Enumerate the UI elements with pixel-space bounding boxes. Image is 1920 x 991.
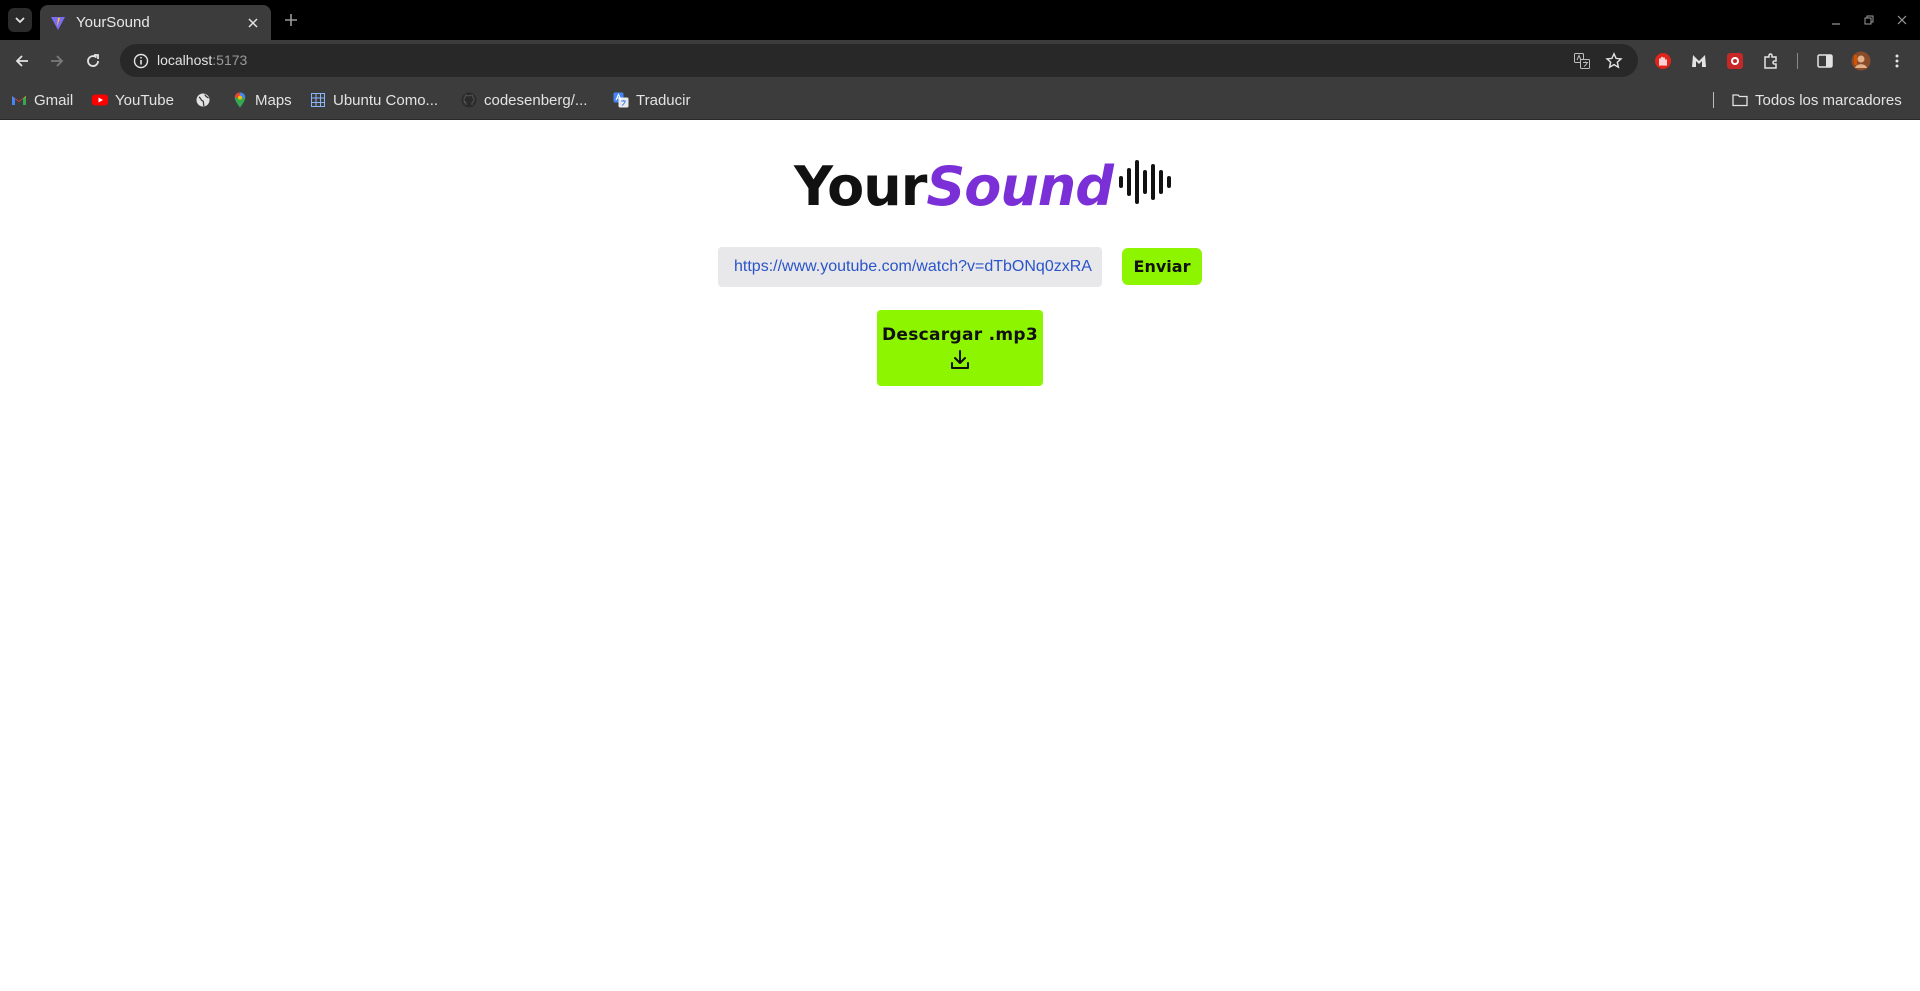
bookmark-gmail[interactable]: Gmail xyxy=(11,88,73,112)
globe-icon xyxy=(195,92,211,108)
arrow-right-icon xyxy=(51,55,64,67)
tab-search-button[interactable] xyxy=(8,8,32,32)
translate-icon xyxy=(1574,53,1590,69)
hand-stop-icon xyxy=(1655,53,1671,69)
sound-wave-icon xyxy=(1118,160,1171,204)
address-text: localhost:5173 xyxy=(157,52,247,68)
bookmark-label: Traducir xyxy=(636,91,691,109)
youtube-url-input[interactable] xyxy=(718,247,1102,287)
bookmark-star-button[interactable] xyxy=(1602,49,1626,73)
bookmark-label: codesenberg/... xyxy=(484,91,588,109)
extension-adblock-button[interactable] xyxy=(1650,48,1676,74)
translate-icon xyxy=(613,92,629,108)
bookmark-label: Ubuntu Como... xyxy=(333,91,439,109)
app-logo: Your Sound xyxy=(794,151,1173,221)
reload-button[interactable] xyxy=(80,48,106,74)
youtube-icon xyxy=(92,92,108,108)
close-icon xyxy=(248,17,258,28)
side-panel-icon xyxy=(1817,54,1833,68)
info-icon xyxy=(133,53,149,69)
close-window-button[interactable] xyxy=(1890,8,1914,32)
gmail-icon xyxy=(11,92,27,108)
bookmark-label: Todos los marcadores xyxy=(1755,91,1902,109)
new-tab-button[interactable] xyxy=(279,8,303,32)
address-host: localhost xyxy=(157,52,213,68)
send-button[interactable]: Enviar xyxy=(1122,248,1202,285)
bookmark-youtube[interactable]: YouTube xyxy=(92,88,174,112)
site-info-button[interactable] xyxy=(130,50,152,72)
download-label: Descargar .mp3 xyxy=(881,325,1038,345)
restore-icon xyxy=(1864,15,1874,25)
reload-icon xyxy=(87,54,99,67)
page-content: Your Sound Enviar Descargar .mp3 xyxy=(0,121,1920,991)
plus-icon xyxy=(285,14,297,26)
back-button[interactable] xyxy=(9,48,35,74)
profile-avatar-button[interactable] xyxy=(1848,48,1874,74)
restore-button[interactable] xyxy=(1857,8,1881,32)
bookmark-ubuntu[interactable]: Ubuntu Como... xyxy=(310,88,438,112)
bookmark-traducir[interactable]: Traducir xyxy=(613,88,690,112)
logo-text-your: Your xyxy=(794,154,927,218)
extension-malwarebytes-button[interactable] xyxy=(1686,48,1712,74)
bookmark-label: Gmail xyxy=(34,91,74,109)
malwarebytes-icon xyxy=(1692,55,1706,67)
download-icon xyxy=(951,350,969,369)
folder-icon xyxy=(1732,92,1748,108)
browser-toolbar: localhost:5173 xyxy=(0,40,1920,80)
minimize-icon xyxy=(1832,23,1840,25)
tab-bar: YourSound xyxy=(0,0,1920,40)
sheets-icon xyxy=(310,92,326,108)
vite-favicon-icon xyxy=(51,16,65,30)
browser-tab[interactable]: YourSound xyxy=(40,5,271,40)
bookmarks-bar: Gmail YouTube Maps Ubuntu Como... codese… xyxy=(0,80,1920,120)
puzzle-icon xyxy=(1764,53,1777,69)
side-panel-button[interactable] xyxy=(1812,48,1838,74)
github-icon xyxy=(461,92,477,108)
bookmark-maps[interactable]: Maps xyxy=(232,88,292,112)
avatar xyxy=(1851,51,1871,71)
address-port: :5173 xyxy=(212,52,248,68)
logo-text-sound: Sound xyxy=(926,154,1114,218)
extension-red-icon xyxy=(1727,53,1743,69)
tab-close-button[interactable] xyxy=(241,11,265,35)
minimize-button[interactable] xyxy=(1824,8,1848,32)
bookmark-globe[interactable] xyxy=(195,88,218,112)
download-mp3-button[interactable]: Descargar .mp3 xyxy=(877,310,1043,386)
address-bar[interactable]: localhost:5173 xyxy=(120,44,1638,77)
forward-button[interactable] xyxy=(44,48,70,74)
maps-icon xyxy=(232,92,248,108)
bookmark-github[interactable]: codesenberg/... xyxy=(461,88,587,112)
bookmark-label: YouTube xyxy=(115,91,174,109)
extensions-menu-button[interactable] xyxy=(1758,48,1784,74)
more-vertical-icon xyxy=(1895,54,1899,68)
arrow-left-icon xyxy=(15,55,28,67)
tab-title: YourSound xyxy=(76,14,150,31)
close-icon xyxy=(1897,15,1907,25)
browser-menu-button[interactable] xyxy=(1884,48,1910,74)
star-icon xyxy=(1605,52,1623,69)
all-bookmarks-folder[interactable]: Todos los marcadores xyxy=(1732,88,1902,112)
bookmarks-divider xyxy=(1713,92,1714,108)
toolbar-divider xyxy=(1797,53,1798,69)
translate-page-button[interactable] xyxy=(1570,49,1594,73)
extension-red-button[interactable] xyxy=(1722,48,1748,74)
chevron-down-icon xyxy=(15,17,25,24)
bookmark-label: Maps xyxy=(255,91,292,109)
